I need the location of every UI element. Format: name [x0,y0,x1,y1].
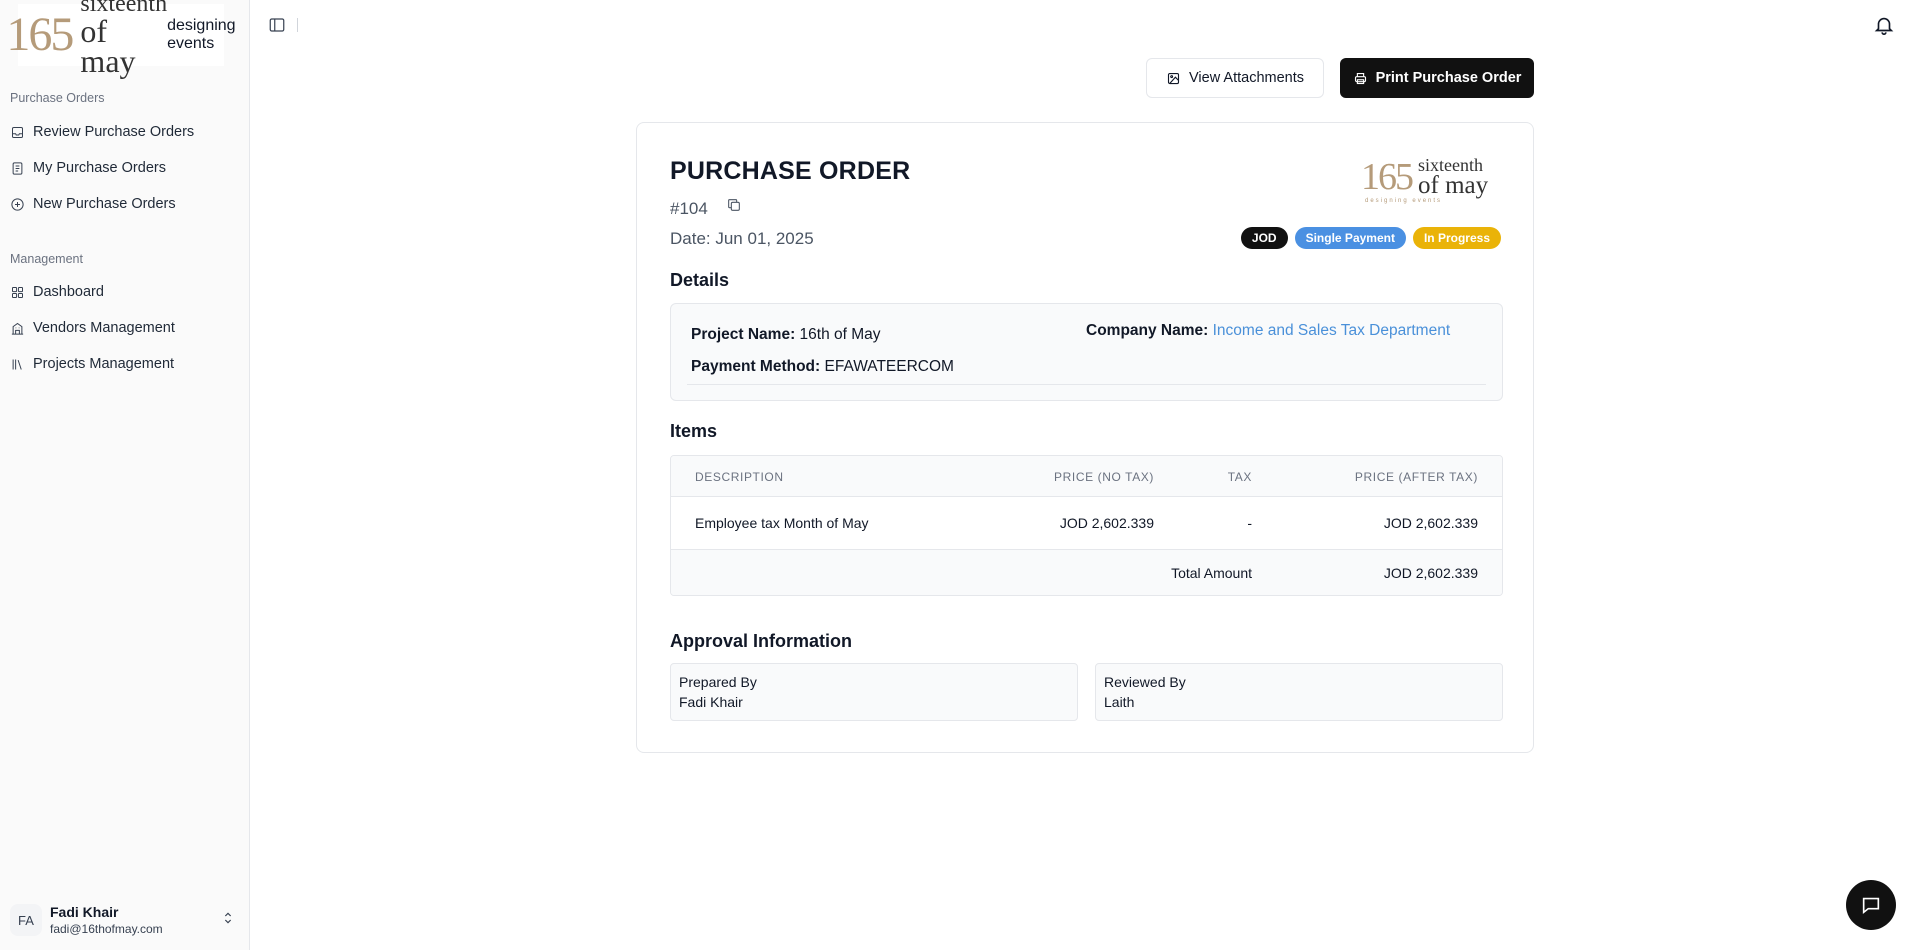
view-attachments-label: View Attachments [1189,70,1304,86]
table-total-row: Total Amount JOD 2,602.339 [671,550,1502,595]
item-price-no-tax: JOD 2,602.339 [1059,515,1154,531]
inbox-icon [12,126,23,138]
brand-logo[interactable]: 165 sixteenth of may designing events [6,0,235,77]
sidebar-item-dashboard[interactable]: Dashboard [10,280,104,304]
logo-tagline: designing events [167,17,236,52]
status-badges: JOD Single Payment In Progress [1240,227,1501,249]
avatar: FA [10,904,42,936]
user-name: Fadi Khair [50,904,119,920]
user-menu[interactable]: FA Fadi Khair fadi@16thofmay.com [10,898,238,942]
chevron-up-down-icon [224,912,232,924]
page-title: PURCHASE ORDER [670,157,911,185]
grid-icon [12,286,23,298]
copy-icon[interactable] [726,197,742,213]
sidebar-item-label: Vendors Management [33,320,175,336]
chat-icon [1862,897,1880,915]
payment-method-row: Payment Method: EFAWATEERCOM [691,358,954,376]
nav-section-purchase-orders: Purchase Orders [10,91,105,105]
reviewed-by-label: Reviewed By [1104,674,1186,690]
prepared-by-value: Fadi Khair [679,694,743,710]
company-name-row: Company Name: Income and Sales Tax Depar… [1086,322,1450,340]
details-heading: Details [670,270,730,290]
items-heading: Items [670,421,718,441]
logo-tagline: designing events [1365,197,1443,204]
column-header-price-no-tax: PRICE (NO TAX) [1054,470,1154,484]
divider [687,384,1486,385]
sidebar-item-review-purchase-orders[interactable]: Review Purchase Orders [10,120,194,144]
currency-badge: JOD [1240,227,1288,249]
payment-type-badge: Single Payment [1294,227,1406,249]
items-table: DESCRIPTION PRICE (NO TAX) TAX PRICE (AF… [670,455,1503,596]
nav-section-management: Management [10,252,83,266]
print-purchase-order-button[interactable]: Print Purchase Order [1340,58,1534,98]
order-number: #104 [670,199,708,218]
payment-method-value: EFAWATEERCOM [824,358,954,375]
logo-line-2: of may [80,13,136,80]
prepared-by-label: Prepared By [679,674,757,690]
purchase-order-card: PURCHASE ORDER #104 Date: Jun 01, 2025 1… [636,122,1534,753]
printer-icon [1354,72,1366,84]
sidebar-item-projects-management[interactable]: Projects Management [10,352,174,376]
approval-heading: Approval Information [670,631,853,651]
order-date: Date: Jun 01, 2025 [670,229,814,248]
sidebar-item-new-purchase-orders[interactable]: New Purchase Orders [10,192,176,216]
sidebar-item-label: My Purchase Orders [33,160,166,176]
reviewed-by-box: Reviewed By Laith [1095,663,1503,721]
document-icon [12,161,23,175]
plus-circle-icon [11,197,24,211]
sidebar-item-label: New Purchase Orders [33,196,176,212]
logo-line-2: of may [1418,172,1489,200]
column-header-description: DESCRIPTION [695,470,784,484]
logo-number: 165 [6,8,74,61]
sidebar-item-label: Projects Management [33,356,175,372]
table-header-row: DESCRIPTION PRICE (NO TAX) TAX PRICE (AF… [671,456,1502,497]
project-name-value: 16th of May [799,326,881,343]
sidebar-toggle-icon[interactable] [268,16,286,34]
item-description: Employee tax Month of May [695,515,869,531]
details-panel: Project Name: 16th of May Payment Method… [670,303,1503,401]
payment-method-label: Payment Method: [691,358,821,375]
chat-button[interactable] [1846,880,1896,930]
sidebar-item-vendors-management[interactable]: Vendors Management [10,316,175,340]
total-amount-label: Total Amount [1171,565,1252,581]
status-badge: In Progress [1412,227,1501,249]
sidebar-item-label: Review Purchase Orders [33,124,195,140]
sidebar: 165 sixteenth of may designing events Pu… [0,0,250,950]
project-name-label: Project Name: [691,326,796,343]
company-logo: 165 sixteenth of may designing events [1361,156,1489,204]
building-icon [11,322,24,335]
print-purchase-order-label: Print Purchase Order [1375,70,1522,86]
header-divider [297,18,298,32]
view-attachments-button[interactable]: View Attachments [1146,58,1324,98]
column-header-price-after-tax: PRICE (AFTER TAX) [1354,470,1478,484]
table-row: Employee tax Month of May JOD 2,602.339 … [671,497,1502,550]
sidebar-item-label: Dashboard [33,284,104,300]
company-name-label: Company Name: [1086,322,1209,339]
prepared-by-box: Prepared By Fadi Khair [670,663,1078,721]
column-header-tax: TAX [1227,470,1252,484]
project-name-row: Project Name: 16th of May [691,326,881,344]
item-tax: - [1247,515,1252,531]
logo-number: 165 [1361,156,1414,199]
item-price-after-tax: JOD 2,602.339 [1383,515,1478,531]
library-icon [12,359,22,370]
company-name-link[interactable]: Income and Sales Tax Department [1213,322,1451,339]
reviewed-by-value: Laith [1104,694,1135,710]
user-email: fadi@16thofmay.com [50,922,163,936]
sidebar-item-my-purchase-orders[interactable]: My Purchase Orders [10,156,166,180]
image-icon [1167,72,1180,84]
bell-icon[interactable] [1873,14,1895,36]
total-amount-value: JOD 2,602.339 [1383,565,1478,581]
